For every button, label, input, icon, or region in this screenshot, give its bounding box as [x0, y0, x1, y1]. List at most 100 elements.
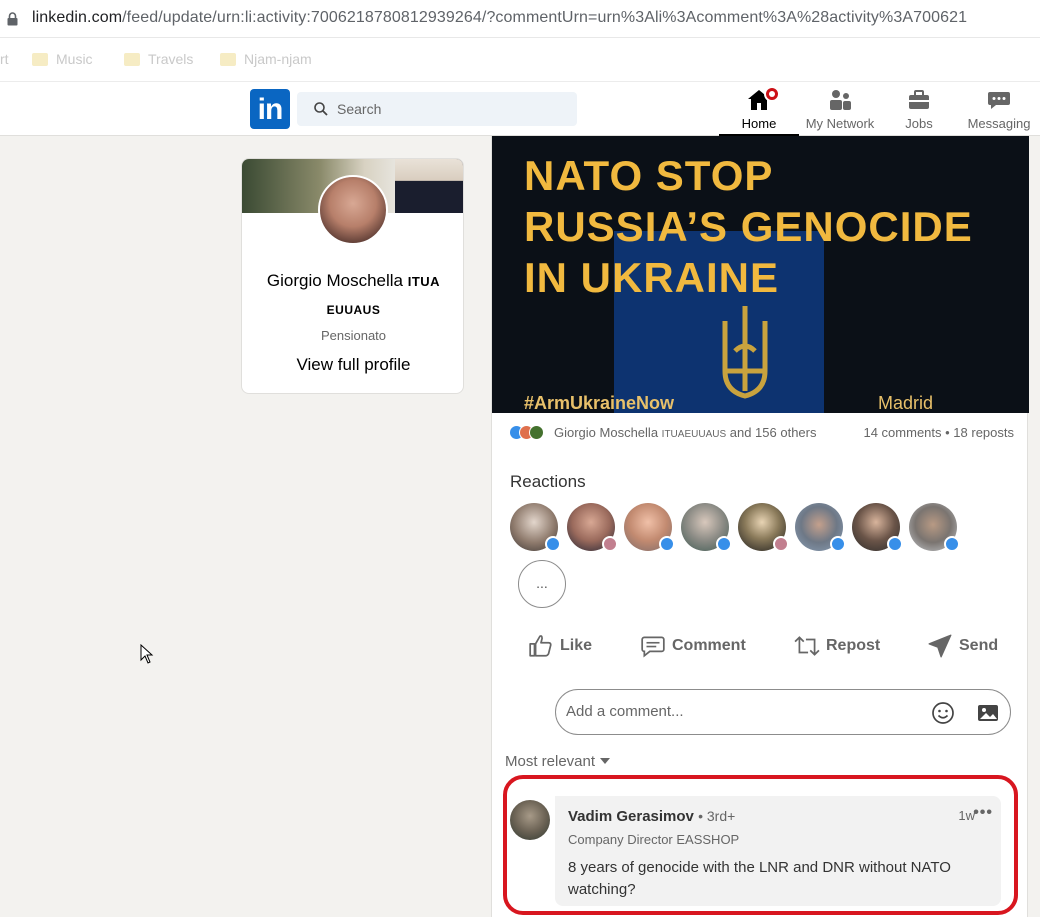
post-actions-bar: Like Comment Repost Send [492, 631, 1029, 665]
reactor-avatar[interactable] [567, 503, 618, 552]
reaction-icons[interactable] [509, 425, 549, 441]
notification-badge [764, 86, 780, 102]
mouse-cursor-icon [140, 644, 154, 664]
image-upload-icon[interactable] [976, 701, 1000, 725]
folder-icon [220, 52, 236, 66]
linkedin-navbar: in Search Home My Network Jobs Messaging [0, 82, 1040, 136]
bookmark-folder-njam[interactable]: Njam-njam [220, 51, 312, 67]
repost-button[interactable]: Repost [794, 633, 880, 659]
linkedin-logo-icon[interactable]: in [250, 89, 290, 129]
like-button[interactable]: Like [528, 633, 592, 659]
sort-label: Most relevant [505, 753, 596, 770]
send-label: Send [959, 637, 999, 654]
reactor-avatar[interactable] [852, 503, 903, 552]
search-placeholder: Search [337, 101, 382, 117]
folder-icon [124, 52, 140, 66]
reactor-avatar[interactable] [909, 503, 960, 552]
repost-label: Repost [826, 637, 881, 654]
love-badge-icon [602, 536, 618, 552]
nav-my-network[interactable]: My Network [799, 86, 881, 136]
nav-label: Home [741, 116, 777, 131]
more-reactions-button[interactable]: ... [518, 560, 566, 608]
poster-line: RUSSIA’S GENOCIDE [524, 203, 973, 250]
bookmark-label: rt [0, 51, 9, 67]
reactor-avatar[interactable] [624, 503, 675, 552]
reactor-avatar[interactable] [681, 503, 732, 552]
poster-hashtag: #ArmUkraineNow [524, 393, 675, 413]
like-badge-icon [830, 536, 846, 552]
nav-label: My Network [805, 116, 875, 131]
emoji-icon[interactable] [931, 701, 955, 725]
commenter-name[interactable]: Vadim Gerasimov • 3rd+ [568, 808, 735, 825]
nav-messaging[interactable]: Messaging [960, 86, 1038, 136]
view-full-profile-link[interactable]: View full profile [242, 355, 463, 375]
nav-label: Messaging [967, 116, 1031, 131]
like-badge-icon [545, 536, 561, 552]
url-host: linkedin.com [32, 9, 123, 26]
bookmark-item[interactable]: rt [0, 51, 9, 67]
url-path: /feed/update/urn:li:activity:70062187808… [122, 9, 968, 26]
love-badge-icon [773, 536, 789, 552]
poster-city: Madrid [878, 393, 934, 413]
reactor-name: Giorgio Moschella [554, 425, 659, 440]
url-text[interactable]: linkedin.com/feed/update/urn:li:activity… [32, 9, 1040, 27]
like-badge-icon [944, 536, 960, 552]
profile-name-text: Giorgio Moschella [266, 271, 403, 290]
caret-down-icon [600, 757, 611, 764]
feed-post: NATO STOP RUSSIA’S GENOCIDE IN UKRAINE #… [491, 136, 1029, 917]
profile-name[interactable]: Giorgio Moschella ITUA [242, 271, 463, 291]
commenter-avatar[interactable] [510, 800, 550, 840]
bookmark-folder-music[interactable]: Music [32, 51, 93, 67]
profile-headline: Pensionato [320, 328, 387, 343]
comment-label: Comment [672, 637, 746, 654]
comment-placeholder: Add a comment... [566, 703, 684, 720]
poster-line: NATO STOP [524, 152, 774, 199]
sort-comments-dropdown[interactable]: Most relevant [505, 753, 611, 770]
profile-name-suffix-2: EUUAUS [326, 303, 381, 317]
nav-home[interactable]: Home [719, 86, 799, 136]
briefcase-icon [909, 90, 929, 109]
send-button[interactable]: Send [927, 633, 998, 659]
reactors-summary[interactable]: Giorgio Moschella ITUAEUUAUS and 156 oth… [554, 425, 816, 440]
trident-icon [722, 306, 768, 399]
bookmark-label: Music [56, 51, 93, 67]
thumbs-up-icon [529, 635, 552, 657]
search-input[interactable]: Search [297, 92, 577, 126]
network-icon [830, 90, 851, 110]
search-icon [314, 102, 328, 116]
nav-label: Jobs [905, 116, 933, 131]
like-badge-icon [887, 536, 903, 552]
comment-icon [641, 636, 665, 658]
commenter-name-text: Vadim Gerasimov [568, 808, 694, 825]
commenter-headline: Company Director EASSHOP [568, 832, 740, 847]
like-badge-icon [716, 536, 732, 552]
comment-more-options-icon[interactable]: ••• [973, 804, 993, 822]
nav-jobs[interactable]: Jobs [881, 86, 957, 136]
social-counts-bar: Giorgio Moschella ITUAEUUAUS and 156 oth… [509, 425, 1014, 445]
bookmark-label: Travels [148, 51, 194, 67]
comment-button[interactable]: Comment [640, 633, 746, 659]
comment-text: 8 years of genocide with the LNR and DNR… [568, 859, 951, 898]
reactor-avatar[interactable] [795, 503, 846, 552]
bookmark-label: Njam-njam [244, 51, 312, 67]
like-badge-icon [659, 536, 675, 552]
browser-address-bar[interactable]: linkedin.com/feed/update/urn:li:activity… [0, 0, 1040, 38]
reactor-suffix: ITUAEUUAUS [661, 429, 727, 440]
reactor-others: and 156 others [729, 425, 817, 440]
like-label: Like [560, 637, 593, 654]
reactions-heading: Reactions [510, 472, 586, 491]
support-reaction-icon [529, 425, 544, 440]
connection-degree: • 3rd+ [698, 808, 736, 824]
poster-line: IN UKRAINE [524, 254, 780, 301]
bookmarks-bar: rt Music Travels Njam-njam [0, 38, 1040, 82]
comments-reposts-count[interactable]: 14 comments • 18 reposts [863, 425, 1014, 440]
current-user-avatar [512, 690, 552, 730]
reactor-avatar[interactable] [738, 503, 789, 552]
post-image[interactable]: NATO STOP RUSSIA’S GENOCIDE IN UKRAINE #… [492, 136, 1029, 413]
messaging-icon [988, 92, 1010, 109]
bookmark-folder-travels[interactable]: Travels [124, 51, 193, 67]
add-comment-input[interactable]: Add a comment... [555, 689, 1011, 735]
profile-avatar[interactable] [318, 175, 388, 245]
lock-icon [7, 12, 18, 26]
reactor-avatar[interactable] [510, 503, 561, 552]
